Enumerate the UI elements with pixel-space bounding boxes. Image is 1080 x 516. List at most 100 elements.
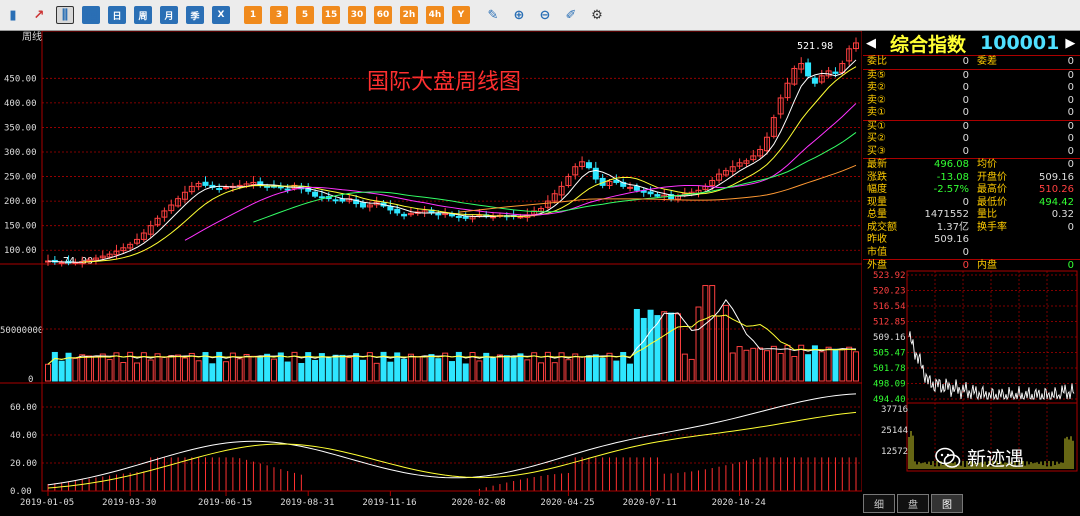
quote-value: 1471552 (924, 209, 969, 220)
volume-bar (58, 360, 65, 382)
period-2h-button[interactable]: 2h (400, 6, 418, 24)
quote-value: 0 (962, 82, 969, 93)
line-chart-icon[interactable]: ↗ (30, 6, 48, 24)
quote-value: 494.42 (1039, 196, 1074, 208)
quote-label (969, 95, 1021, 108)
volume-bar (606, 352, 613, 382)
period-15min-button[interactable]: 15 (322, 6, 340, 24)
quote-value: 0 (1067, 94, 1074, 106)
x-tick-label: 2020-10-24 (712, 498, 766, 508)
candle-body (236, 184, 243, 187)
x-tick-label: 2020-07-11 (623, 498, 677, 508)
volume-bar (353, 353, 360, 382)
ma30-line (253, 132, 857, 223)
main-chart-svg[interactable]: 周线 国际大盘周线图 521.98 74.09 50000000 0 100.0… (0, 30, 863, 512)
volume-bar (757, 347, 764, 382)
tab-0[interactable]: 细 (863, 494, 895, 513)
volume-bar (832, 348, 839, 382)
gear-icon[interactable]: ⚙ (588, 6, 606, 24)
calendar-icon[interactable]: ▦ (82, 6, 100, 24)
intraday-volume-label: 12572 (881, 447, 908, 457)
quote-label (969, 107, 1021, 120)
quote-label: 委差 (977, 56, 997, 67)
quote-value: -13.08 (936, 171, 969, 183)
volume-bar (270, 358, 277, 382)
zoom-in-icon[interactable]: ⊕ (510, 6, 528, 24)
period-day-button[interactable]: 日 (108, 6, 126, 24)
period-30min-button[interactable]: 30 (348, 6, 366, 24)
candlestick-icon[interactable]: ⫼ (56, 6, 74, 24)
volume-bar (750, 347, 757, 382)
volume-bar (763, 350, 770, 382)
volume-bar (579, 356, 586, 382)
volume-bar (401, 358, 408, 382)
quote-value (1021, 247, 1080, 260)
quote-label: 最新 (867, 159, 887, 170)
next-arrow-icon[interactable]: ▶ (1065, 36, 1075, 51)
candle-body (435, 213, 442, 216)
volume-bar (791, 355, 798, 382)
price-tick-label: 200.00 (4, 197, 37, 207)
period-4h-button[interactable]: 4h (426, 6, 444, 24)
volume-bar (346, 357, 353, 382)
period-month-button[interactable]: 月 (160, 6, 178, 24)
quote-label: 总量 (867, 209, 887, 220)
volume-bar (531, 352, 538, 382)
volume-bar (825, 346, 832, 382)
period-year-button[interactable]: Y (452, 6, 470, 24)
volume-bar (120, 362, 127, 382)
volume-bar (846, 346, 853, 382)
bar-chart-icon[interactable]: ▮ (4, 6, 22, 24)
volume-bar (613, 360, 620, 382)
quote-label (969, 247, 1021, 260)
tab-1[interactable]: 盘 (897, 494, 929, 513)
price-tick-label: 150.00 (4, 222, 37, 232)
prev-arrow-icon[interactable]: ◀ (866, 36, 876, 51)
quote-label: 昨收 (867, 234, 887, 245)
period-60min-button[interactable]: 60 (374, 6, 392, 24)
quote-label: 成交额 (867, 221, 897, 233)
edit-icon[interactable]: ✎ (484, 6, 502, 24)
candle-body (449, 213, 455, 217)
tab-2[interactable]: 图 (931, 494, 963, 513)
quote-value: 0 (1067, 159, 1074, 170)
intraday-price-label: 505.47 (873, 349, 906, 359)
quote-value: 1.37亿 (936, 221, 969, 233)
volume-bar (298, 362, 305, 382)
volume-bar (161, 356, 168, 382)
quote-value: 509.16 (1039, 171, 1074, 183)
zoom-out-icon[interactable]: ⊖ (536, 6, 554, 24)
quote-value: 0 (1067, 133, 1074, 144)
x-tick-label: 2020-02-08 (451, 498, 505, 508)
quote-label (969, 70, 1021, 83)
price-tick-label: 350.00 (4, 123, 37, 133)
candle-body (654, 194, 661, 197)
quote-row: 市值 0 (863, 246, 1080, 260)
x-tick-label: 2019-11-16 (362, 498, 416, 508)
quote-value: 510.26 (1039, 184, 1074, 195)
volume-bar (45, 363, 51, 382)
period-1min-button[interactable]: 1 (244, 6, 262, 24)
draw-icon[interactable]: ✐ (562, 6, 580, 24)
volume-bar (113, 352, 120, 382)
candle-body (517, 216, 524, 219)
quote-label (969, 133, 1021, 146)
volume-bar (818, 351, 825, 382)
period-5min-button[interactable]: 5 (296, 6, 314, 24)
volume-bar (175, 354, 182, 382)
quote-label: 市值 (867, 246, 887, 258)
period-quarter-button[interactable]: 季 (186, 6, 204, 24)
volume-bar (86, 355, 93, 382)
ma60-line (458, 164, 857, 213)
quote-label: 最高价 (977, 184, 1007, 195)
close-x-button[interactable]: X (212, 6, 230, 24)
volume-bar (681, 353, 688, 382)
price-tick-label: 250.00 (4, 173, 37, 183)
candle-body (647, 191, 654, 195)
period-week-button[interactable]: 周 (134, 6, 152, 24)
volume-bar (79, 354, 86, 382)
quote-value (1021, 234, 1080, 247)
quote-row: 卖② 0 0 (863, 95, 1080, 108)
volume-bar (92, 356, 99, 382)
period-3min-button[interactable]: 3 (270, 6, 288, 24)
